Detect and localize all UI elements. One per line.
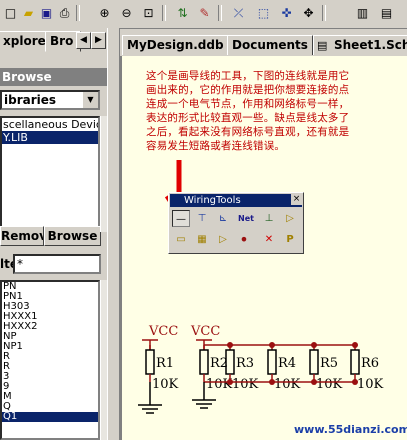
filter-input[interactable]: * bbox=[13, 254, 101, 274]
deselect-icon[interactable]: ✜ bbox=[278, 4, 295, 22]
list-item[interactable]: NP1 bbox=[2, 342, 98, 352]
zoom-in-icon[interactable]: ⊕ bbox=[96, 4, 113, 22]
toolbar-separator bbox=[322, 5, 326, 21]
list-item[interactable]: 9 bbox=[2, 382, 98, 392]
pcb-layout-icon[interactable]: P bbox=[281, 231, 299, 248]
resistor-schematic: VCC VCC R110KR210KR310KR410KR510KR610K bbox=[138, 324, 384, 414]
place-wire-icon[interactable]: — bbox=[172, 210, 190, 227]
list-item[interactable]: R bbox=[2, 352, 98, 362]
power-port-icon[interactable]: ⊥ bbox=[260, 210, 278, 227]
chevron-down-icon[interactable]: ▼ bbox=[82, 92, 98, 108]
library-icon[interactable]: ▥ bbox=[354, 4, 371, 22]
tab-sheet1-label: Sheet1.Sch bbox=[334, 38, 407, 52]
junction-icon[interactable]: • bbox=[235, 231, 253, 248]
browse-title-bar: Browse bbox=[0, 68, 107, 86]
panel-splitter[interactable] bbox=[107, 28, 120, 440]
resistor-r3: R310K bbox=[225, 342, 259, 392]
open-folder-icon[interactable]: ▰ bbox=[20, 4, 37, 22]
resistor-r5: R510K bbox=[309, 342, 343, 392]
library-item[interactable]: scellaneous Devices bbox=[2, 118, 98, 131]
resistor-r2: R210K bbox=[199, 345, 233, 392]
annotation-text: 这个是画导线的工具，下图的连线就是用它画出来的，它的作用就是把你想要连接的点连成… bbox=[146, 70, 350, 152]
resistor-r4: R410K bbox=[267, 342, 301, 392]
library-list[interactable]: scellaneous Devices Y.LIB bbox=[0, 116, 100, 232]
tab-scroll-right-icon[interactable]: ▶ bbox=[91, 32, 106, 49]
resistor-ref-label: R6 bbox=[361, 356, 379, 371]
zoom-out-icon[interactable]: ⊖ bbox=[118, 4, 135, 22]
list-item-selected[interactable]: Q1 bbox=[2, 412, 98, 422]
schematic-doc-icon: ▤ bbox=[317, 39, 328, 52]
toolbar-separator bbox=[76, 5, 80, 21]
resistor-value-label: 10K bbox=[274, 377, 301, 392]
bus-entry-icon[interactable]: ⊾ bbox=[214, 210, 232, 227]
zoom-fit-icon[interactable]: ⊡ bbox=[140, 4, 157, 22]
sheet-symbol-icon[interactable]: ▭ bbox=[172, 231, 190, 248]
main-toolbar: □ ▰ ▣ ⎙ ⊕ ⊖ ⊡ ⇅ ✎ ⤫ ⬚ ✜ ✥ ▥ ▤ bbox=[0, 0, 407, 29]
component-list[interactable]: PN PN1 H303 HXXX1 HXXX2 NP NP1 R R 3 9 M… bbox=[0, 280, 100, 440]
tab-sheet1-sch[interactable]: ▤ Sheet1.Sch bbox=[313, 35, 407, 55]
resistor-value-label: 10K bbox=[316, 377, 343, 392]
select-area-icon[interactable]: ⬚ bbox=[255, 4, 272, 22]
watermark-url: www.55dianzi.com bbox=[294, 423, 407, 436]
resistor-value-label: 10K bbox=[152, 377, 179, 392]
resistor-r6: R610K bbox=[350, 342, 384, 392]
browse-button[interactable]: Browse bbox=[44, 226, 101, 246]
resistor-ref-label: R1 bbox=[156, 356, 174, 371]
resistor-ref-label: R4 bbox=[278, 356, 296, 371]
junction-dot bbox=[227, 342, 233, 348]
junction-dot bbox=[269, 342, 275, 348]
cross-probe-icon[interactable]: ⤫ bbox=[230, 4, 247, 22]
no-erc-icon[interactable]: ✕ bbox=[260, 231, 278, 248]
tab-scroll-left-icon[interactable]: ◀ bbox=[76, 32, 91, 49]
tab-documents[interactable]: Documents bbox=[227, 35, 313, 55]
list-item[interactable]: R bbox=[2, 362, 98, 372]
library-item-selected[interactable]: Y.LIB bbox=[2, 131, 98, 144]
place-bus-icon[interactable]: ⊤ bbox=[193, 210, 211, 227]
new-icon[interactable]: □ bbox=[2, 4, 19, 22]
tab-mydesign-ddb[interactable]: MyDesign.ddb bbox=[122, 35, 229, 55]
junction-dot bbox=[352, 342, 358, 348]
pencil-icon[interactable]: ✎ bbox=[196, 4, 213, 22]
resistor-ref-label: R5 bbox=[320, 356, 338, 371]
vcc-label: VCC bbox=[148, 324, 178, 339]
save-icon[interactable]: ▣ bbox=[38, 4, 55, 22]
resistor-value-label: 10K bbox=[232, 377, 259, 392]
toolbar-separator bbox=[218, 5, 222, 21]
net-label-icon[interactable]: Net bbox=[235, 210, 257, 227]
move-icon[interactable]: ✥ bbox=[300, 4, 317, 22]
list-item[interactable]: 3 bbox=[2, 372, 98, 382]
resistor-ref-label: R3 bbox=[236, 356, 254, 371]
print-icon[interactable]: ⎙ bbox=[56, 4, 73, 22]
tab-explorer[interactable]: xplorer bbox=[0, 31, 50, 51]
vcc-label: VCC bbox=[190, 324, 220, 339]
remove-button[interactable]: Remov bbox=[0, 226, 44, 246]
library-type-combo[interactable]: ibraries ▼ bbox=[0, 90, 100, 110]
sheet-entry-icon[interactable]: ▦ bbox=[193, 231, 211, 248]
junction-dot bbox=[311, 342, 317, 348]
document-tabs: MyDesign.ddb Documents ▤ Sheet1.Sch bbox=[120, 33, 407, 55]
hierarchy-icon[interactable]: ⇅ bbox=[174, 4, 191, 22]
resistor-value-label: 10K bbox=[357, 377, 384, 392]
resistor-r1: R110K bbox=[145, 345, 179, 392]
toolbar-separator bbox=[162, 5, 166, 21]
library-type-value: ibraries bbox=[4, 93, 57, 107]
wiring-tools-palette[interactable]: WiringTools × — ⊤ ⊾ Net ⊥ ▷ ▭ ▦ ▷ • ✕ P bbox=[168, 192, 304, 254]
close-icon[interactable]: × bbox=[291, 194, 302, 205]
chip-icon[interactable]: ▤ bbox=[378, 4, 395, 22]
port-icon[interactable]: ▷ bbox=[214, 231, 232, 248]
palette-title[interactable]: WiringTools bbox=[170, 194, 302, 207]
list-item[interactable]: M bbox=[2, 392, 98, 402]
place-part-icon[interactable]: ▷ bbox=[281, 210, 299, 227]
